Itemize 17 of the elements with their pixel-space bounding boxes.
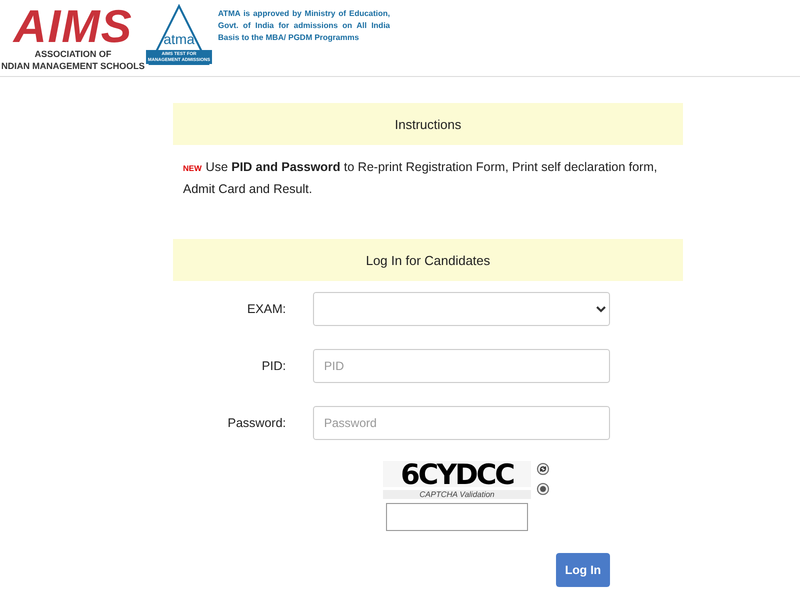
password-field[interactable]: Password (313, 406, 610, 440)
refresh-icon[interactable] (537, 463, 549, 475)
captcha-field[interactable] (386, 503, 528, 531)
section-title: Instructions (394, 116, 462, 132)
instruction-text: NEW Use PID and Password to Re-print Registration Form, Print self declaration form, Admit Card and Result. (182, 159, 658, 198)
login-button[interactable]: Log In (556, 553, 610, 587)
field-label: Password: (226, 416, 286, 430)
approval-note: ATMA is approved by Ministry of Education, Govt. of India for admissions on All India Basis to the MBA/ PGDM Programms (218, 8, 390, 44)
logo-subtitle: NDIAN MANAGEMENT SCHOOLS (1, 60, 145, 72)
field-label: PID: (260, 359, 286, 373)
logo-title: AIMS (14, 4, 132, 48)
section-title: Log In for Candidates (366, 252, 490, 268)
pid-field[interactable]: PID (313, 349, 610, 383)
field-label: EXAM: (246, 302, 286, 316)
logo-subtitle: ASSOCIATION OF (34, 48, 112, 60)
captcha-caption: CAPTCHA Validation (383, 490, 531, 499)
captcha-image: 6CYDCC (383, 461, 531, 487)
